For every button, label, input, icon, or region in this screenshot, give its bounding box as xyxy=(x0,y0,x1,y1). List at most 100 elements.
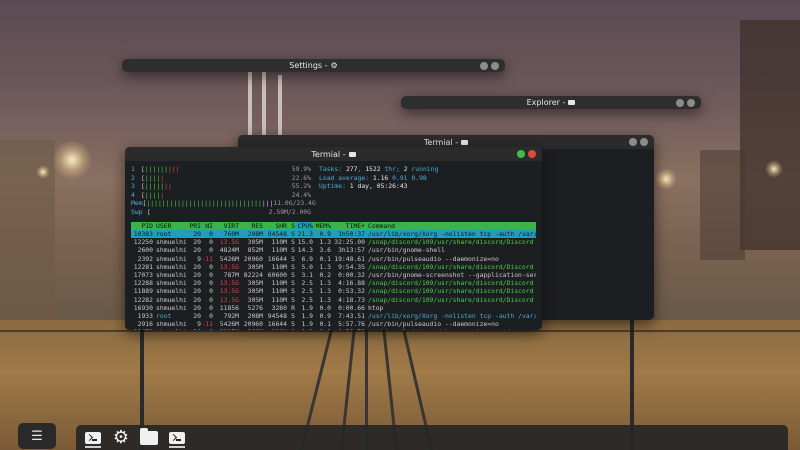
close-button[interactable] xyxy=(687,98,695,107)
process-list[interactable]: 10383 root 20 0 760M 208M 94548 S 21.3 0.9 1h50:37… xyxy=(131,230,536,330)
close-button[interactable] xyxy=(640,138,648,146)
process-row[interactable]: 2916shmuelhiz9-115426M2096016644S1.90.15… xyxy=(131,320,536,328)
col-ni[interactable]: NI xyxy=(201,222,213,230)
folder-icon xyxy=(568,100,576,105)
process-pri: 20 xyxy=(193,246,201,255)
process-user: shmuelhiz xyxy=(156,246,187,255)
col-pid[interactable]: PID xyxy=(131,222,153,230)
process-ni: -11 xyxy=(201,254,213,263)
process-user: shmuelhiz xyxy=(156,270,187,279)
col-time[interactable]: TIME+ xyxy=(331,222,365,230)
process-cmd: /usr/bin/gnome-shell xyxy=(368,246,445,255)
process-cmd: htop xyxy=(368,303,384,312)
process-time: 0:00.32 xyxy=(338,270,365,279)
process-time: 1h50:37 xyxy=(338,230,365,238)
process-row[interactable]: 10383 root 20 0 760M 208M 94548 S 21.3 0.9 1h50:37… xyxy=(131,230,536,239)
dock-settings[interactable]: ⚙ xyxy=(110,427,132,449)
process-pri: 9 xyxy=(197,254,201,263)
taskbar-dock: ⚙ xyxy=(76,425,788,450)
process-res: 305M xyxy=(247,279,263,288)
process-s: S xyxy=(291,287,295,296)
process-row[interactable]: 12281shmuelhiz 20 0 13.5G 305M 110M S 5.0 1.3 9:5… xyxy=(131,263,536,271)
process-row[interactable]: 11889shmuelhiz 20 0 13.5G 305M 110M S 2.5 1.3 0:5… xyxy=(131,287,536,295)
process-mem: 1.1 xyxy=(313,328,331,330)
close-button[interactable] xyxy=(491,61,499,70)
dock-explorer[interactable] xyxy=(138,427,160,449)
col-virt[interactable]: VIRT xyxy=(213,222,239,230)
terminal-window-front[interactable]: Termial - 1 [||||||||| 59.9% 2 [||||| 22… xyxy=(125,147,542,330)
col-mem[interactable]: MEM% xyxy=(313,222,331,230)
process-user: shmuelhiz xyxy=(156,262,187,271)
process-cmd: /snap/discord/109/usr/share/discord/Disc… xyxy=(368,238,536,247)
col-user[interactable]: USER xyxy=(153,222,187,230)
col-state[interactable]: S xyxy=(287,222,295,230)
process-pid: 2600 xyxy=(137,246,153,255)
process-res: 305M xyxy=(247,262,263,271)
process-ni: 0 xyxy=(209,246,213,255)
process-pid: 10383 xyxy=(133,230,153,238)
col-command[interactable]: Command xyxy=(365,222,536,230)
explorer-window[interactable]: Explorer - xyxy=(401,96,701,109)
process-cpu: 1.9 xyxy=(301,311,313,320)
process-row[interactable]: 1933 root 20 0 792M 208M 94548 S 1.9 0.9 7:43.51/u… xyxy=(131,312,536,320)
col-pri[interactable]: PRI xyxy=(187,222,201,230)
process-row[interactable]: 12288shmuelhiz 20 0 13.5G 305M 110M S 2.5 1.3 4:1… xyxy=(131,279,536,287)
app-menu-button[interactable]: ☰ xyxy=(18,423,56,449)
process-time: 5:57.76 xyxy=(338,320,365,329)
settings-window[interactable]: Settings - ⚙ xyxy=(122,59,505,72)
process-time: 32:25.00 xyxy=(334,238,365,247)
minimize-button[interactable] xyxy=(676,98,684,107)
process-virt: 11856 xyxy=(219,303,239,312)
process-shr: 110M xyxy=(271,279,287,288)
process-time: 0:00.66 xyxy=(338,303,365,312)
cpu-meter: 1 [||||||||| 59.9% xyxy=(131,165,311,173)
process-mem: 0.1 xyxy=(319,320,331,329)
process-pid: 2392 xyxy=(137,254,153,263)
process-table-header[interactable]: PID USER PRI NI VIRT RES SHR S CPU% MEM%… xyxy=(131,222,536,230)
process-user: root xyxy=(156,230,172,238)
process-pid: 12288 xyxy=(133,279,153,288)
maximize-button[interactable] xyxy=(517,150,525,158)
process-cpu: 5.0 xyxy=(301,262,313,271)
process-virt: 13.5G xyxy=(219,279,239,288)
process-pri: 20 xyxy=(193,303,201,312)
process-pid: 11889 xyxy=(133,287,153,296)
process-row[interactable]: 2392shmuelhiz 9-11 5426M 20960 16644 S 6.9 0.11… xyxy=(131,255,536,263)
dock-terminal-2[interactable] xyxy=(166,427,188,449)
col-shr[interactable]: SHR xyxy=(263,222,287,230)
col-cpu[interactable]: CPU% xyxy=(295,222,313,230)
process-s: S xyxy=(291,262,295,271)
process-cpu: 21.3 xyxy=(297,230,313,238)
process-shr: 3280 xyxy=(271,303,287,312)
process-shr: 110M xyxy=(271,246,287,255)
explorer-titlebar[interactable]: Explorer - xyxy=(401,96,701,109)
settings-titlebar[interactable]: Settings - ⚙ xyxy=(122,59,505,72)
process-row[interactable]: 12282shmuelhiz 20 0 13.5G 305M 110M S 2.5 1.3 4:1… xyxy=(131,296,536,304)
terminal-front-titlebar[interactable]: Termial - xyxy=(125,147,542,161)
process-s: S xyxy=(291,295,295,304)
close-button[interactable] xyxy=(528,150,536,158)
process-shr: 16644 xyxy=(267,254,287,263)
process-shr: 94548 xyxy=(267,311,287,320)
process-row[interactable]: 2600shmuelhiz 20 0 4824M 852M 110M S14.3 3.6 3h1… xyxy=(131,246,536,254)
process-ni: 0 xyxy=(209,270,213,279)
process-row[interactable]: 11471shmuelhiz2008815M268M110MS1.21.10:5… xyxy=(131,328,536,330)
col-res[interactable]: RES xyxy=(239,222,263,230)
process-ni: 0 xyxy=(209,262,213,271)
process-mem: 0.2 xyxy=(319,270,331,279)
process-shr: 110M xyxy=(271,238,287,247)
tasks-info: Tasks: 277, 1522 thr; 2 running xyxy=(319,165,439,173)
process-row[interactable]: 16930shmuelhiz 20 0 11856 5276 3280 R 1.9 0.0 0:0… xyxy=(131,304,536,312)
process-cpu: 6.9 xyxy=(301,254,313,263)
htop-view[interactable]: 1 [||||||||| 59.9% 2 [||||| 22.6% 3 [|||… xyxy=(125,161,542,330)
process-user: shmuelhiz xyxy=(156,295,187,304)
process-s: S xyxy=(291,238,295,247)
process-cpu: 2.5 xyxy=(301,295,313,304)
dock-terminal[interactable] xyxy=(82,427,104,449)
terminal-icon xyxy=(85,431,101,444)
minimize-button[interactable] xyxy=(480,61,488,70)
process-row[interactable]: 12250shmuelhiz 20 0 13.5G 305M 110M S15.0 1.332… xyxy=(131,238,536,246)
minimize-button[interactable] xyxy=(629,138,637,146)
process-row[interactable]: 17073shmuelhiz 20 0 787M 82224 60600 S 3.1 0.2 0:… xyxy=(131,271,536,279)
process-cpu: 1.2 xyxy=(295,328,313,330)
